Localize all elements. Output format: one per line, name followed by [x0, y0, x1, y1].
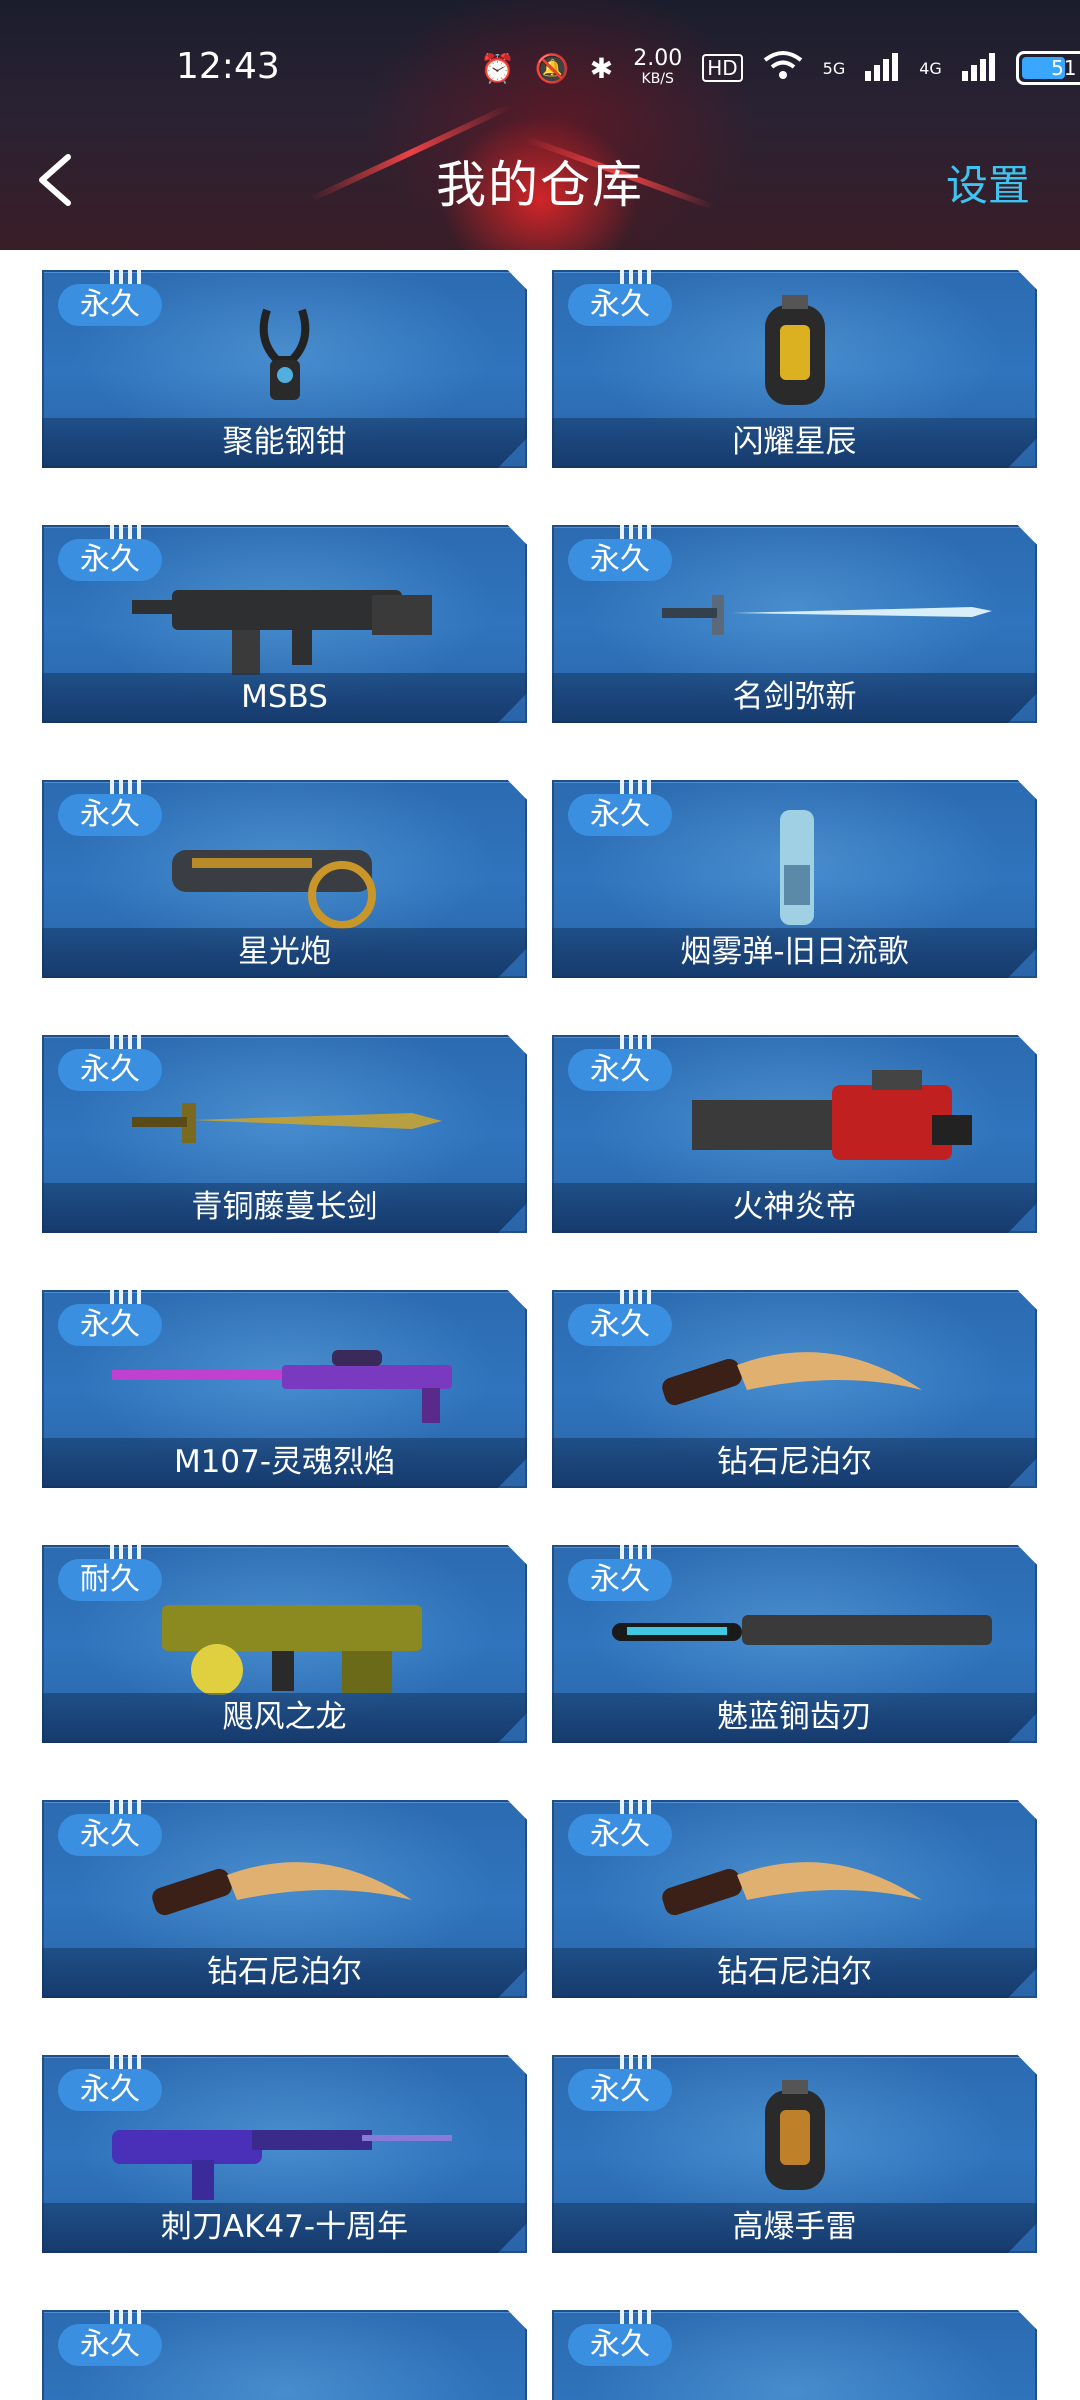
- mute-icon: 🔕: [534, 51, 570, 85]
- item-name: M107-灵魂烈焰: [173, 1444, 396, 1480]
- inventory-item-card[interactable]: 永久 名剑弥新: [552, 525, 1037, 723]
- page-title: 我的仓库: [436, 156, 644, 214]
- item-name: MSBS: [241, 679, 328, 715]
- duration-badge: 永久: [58, 284, 162, 326]
- card-ticks: [620, 1545, 651, 1559]
- inventory-item-card[interactable]: 永久 MSBS: [42, 525, 527, 723]
- card-ticks: [110, 270, 141, 284]
- card-ticks: [620, 525, 651, 539]
- battery-icon: 51: [1015, 51, 1080, 85]
- item-name: 刺刀AK47-十周年: [160, 2209, 409, 2245]
- inventory-item-card[interactable]: 永久 钻石尼泊尔: [42, 1800, 527, 1998]
- duration-badge: 永久: [58, 2324, 162, 2366]
- card-ticks: [110, 1800, 141, 1814]
- inventory-item-card[interactable]: 永久 高爆手雷: [552, 2055, 1037, 2253]
- inventory-item-card[interactable]: 永久 M107-灵魂烈焰: [42, 1290, 527, 1488]
- duration-badge: 永久: [568, 284, 672, 326]
- card-ticks: [620, 1290, 651, 1304]
- inventory-item-card[interactable]: 永久: [42, 2310, 527, 2400]
- card-ticks: [110, 1290, 141, 1304]
- inventory-grid: 永久 聚能钢钳 永久 闪耀星辰 永久 MSBS 永久 名剑弥新 永久 星光炮 永…: [0, 250, 1080, 2400]
- status-bar: 12:43 ⏰ 🔕 ✱ 2.00 KB/S HD 5G 4G 51: [0, 40, 1080, 100]
- inventory-item-card[interactable]: 永久 火神炎帝: [552, 1035, 1037, 1233]
- duration-badge: 永久: [568, 1304, 672, 1346]
- item-name: 星光炮: [238, 934, 331, 970]
- inventory-item-card[interactable]: 永久 钻石尼泊尔: [552, 1800, 1037, 1998]
- card-ticks: [110, 2055, 141, 2069]
- card-ticks: [110, 525, 141, 539]
- item-name: 名剑弥新: [732, 679, 857, 715]
- item-name: 聚能钢钳: [222, 424, 347, 460]
- item-name: 钻石尼泊尔: [207, 1954, 362, 1990]
- item-name: 闪耀星辰: [732, 424, 857, 460]
- hd-label: HD: [702, 54, 743, 82]
- item-name: 青铜藤蔓长剑: [191, 1189, 378, 1225]
- inventory-item-card[interactable]: 永久 星光炮: [42, 780, 527, 978]
- inventory-item-card[interactable]: 永久 钻石尼泊尔: [552, 1290, 1037, 1488]
- net-speed-value: 2.00: [633, 46, 683, 71]
- signal-5g-label: 5G: [822, 58, 846, 78]
- duration-badge: 永久: [568, 539, 672, 581]
- signal-4g-label: 4G: [919, 58, 942, 78]
- header: 12:43 ⏰ 🔕 ✱ 2.00 KB/S HD 5G 4G 51 我的仓库 设…: [0, 0, 1080, 250]
- inventory-item-card[interactable]: 耐久 飓风之龙: [42, 1545, 527, 1743]
- card-ticks: [620, 780, 651, 794]
- duration-badge: 永久: [58, 2069, 162, 2111]
- duration-badge: 永久: [568, 794, 672, 836]
- duration-badge: 永久: [568, 1559, 672, 1601]
- card-ticks: [110, 1035, 141, 1049]
- card-ticks: [620, 2310, 651, 2324]
- duration-badge: 永久: [568, 2324, 672, 2366]
- inventory-item-card[interactable]: 永久 青铜藤蔓长剑: [42, 1035, 527, 1233]
- item-name: 魅蓝锏齿刃: [717, 1699, 872, 1735]
- status-icons: ⏰ 🔕 ✱ 2.00 KB/S HD 5G 4G 51: [480, 48, 1080, 88]
- net-speed: 2.00 KB/S: [633, 48, 682, 88]
- item-name: 飓风之龙: [222, 1699, 347, 1735]
- duration-badge: 耐久: [58, 1559, 162, 1601]
- inventory-item-card[interactable]: 永久 聚能钢钳: [42, 270, 527, 468]
- status-time: 12:43: [176, 46, 280, 87]
- battery-level: 51: [1051, 56, 1077, 80]
- card-ticks: [620, 1800, 651, 1814]
- duration-badge: 永久: [58, 1814, 162, 1856]
- bluetooth-icon: ✱: [589, 51, 614, 85]
- duration-badge: 永久: [58, 1304, 162, 1346]
- duration-badge: 永久: [58, 794, 162, 836]
- duration-badge: 永久: [568, 1049, 672, 1091]
- card-ticks: [110, 2310, 141, 2324]
- net-speed-unit: KB/S: [641, 71, 674, 87]
- item-name: 钻石尼泊尔: [717, 1954, 872, 1990]
- alarm-icon: ⏰: [480, 51, 515, 85]
- duration-badge: 永久: [58, 539, 162, 581]
- inventory-item-card[interactable]: 永久: [552, 2310, 1037, 2400]
- card-ticks: [110, 1545, 141, 1559]
- duration-badge: 永久: [568, 1814, 672, 1856]
- card-ticks: [620, 270, 651, 284]
- item-name: 烟雾弹-旧日流歌: [680, 934, 909, 970]
- wifi-icon: [763, 50, 803, 87]
- card-ticks: [110, 780, 141, 794]
- inventory-item-card[interactable]: 永久 刺刀AK47-十周年: [42, 2055, 527, 2253]
- signal-5g-icon: [865, 51, 899, 85]
- duration-badge: 永久: [58, 1049, 162, 1091]
- inventory-item-card[interactable]: 永久 魅蓝锏齿刃: [552, 1545, 1037, 1743]
- item-name: 钻石尼泊尔: [717, 1444, 872, 1480]
- inventory-item-card[interactable]: 永久 闪耀星辰: [552, 270, 1037, 468]
- duration-badge: 永久: [568, 2069, 672, 2111]
- item-name: 火神炎帝: [732, 1189, 857, 1225]
- inventory-item-card[interactable]: 永久 烟雾弹-旧日流歌: [552, 780, 1037, 978]
- card-ticks: [620, 2055, 651, 2069]
- settings-button[interactable]: 设置: [946, 152, 1030, 213]
- card-ticks: [620, 1035, 651, 1049]
- item-name: 高爆手雷: [732, 2209, 857, 2245]
- signal-4g-icon: [961, 51, 996, 85]
